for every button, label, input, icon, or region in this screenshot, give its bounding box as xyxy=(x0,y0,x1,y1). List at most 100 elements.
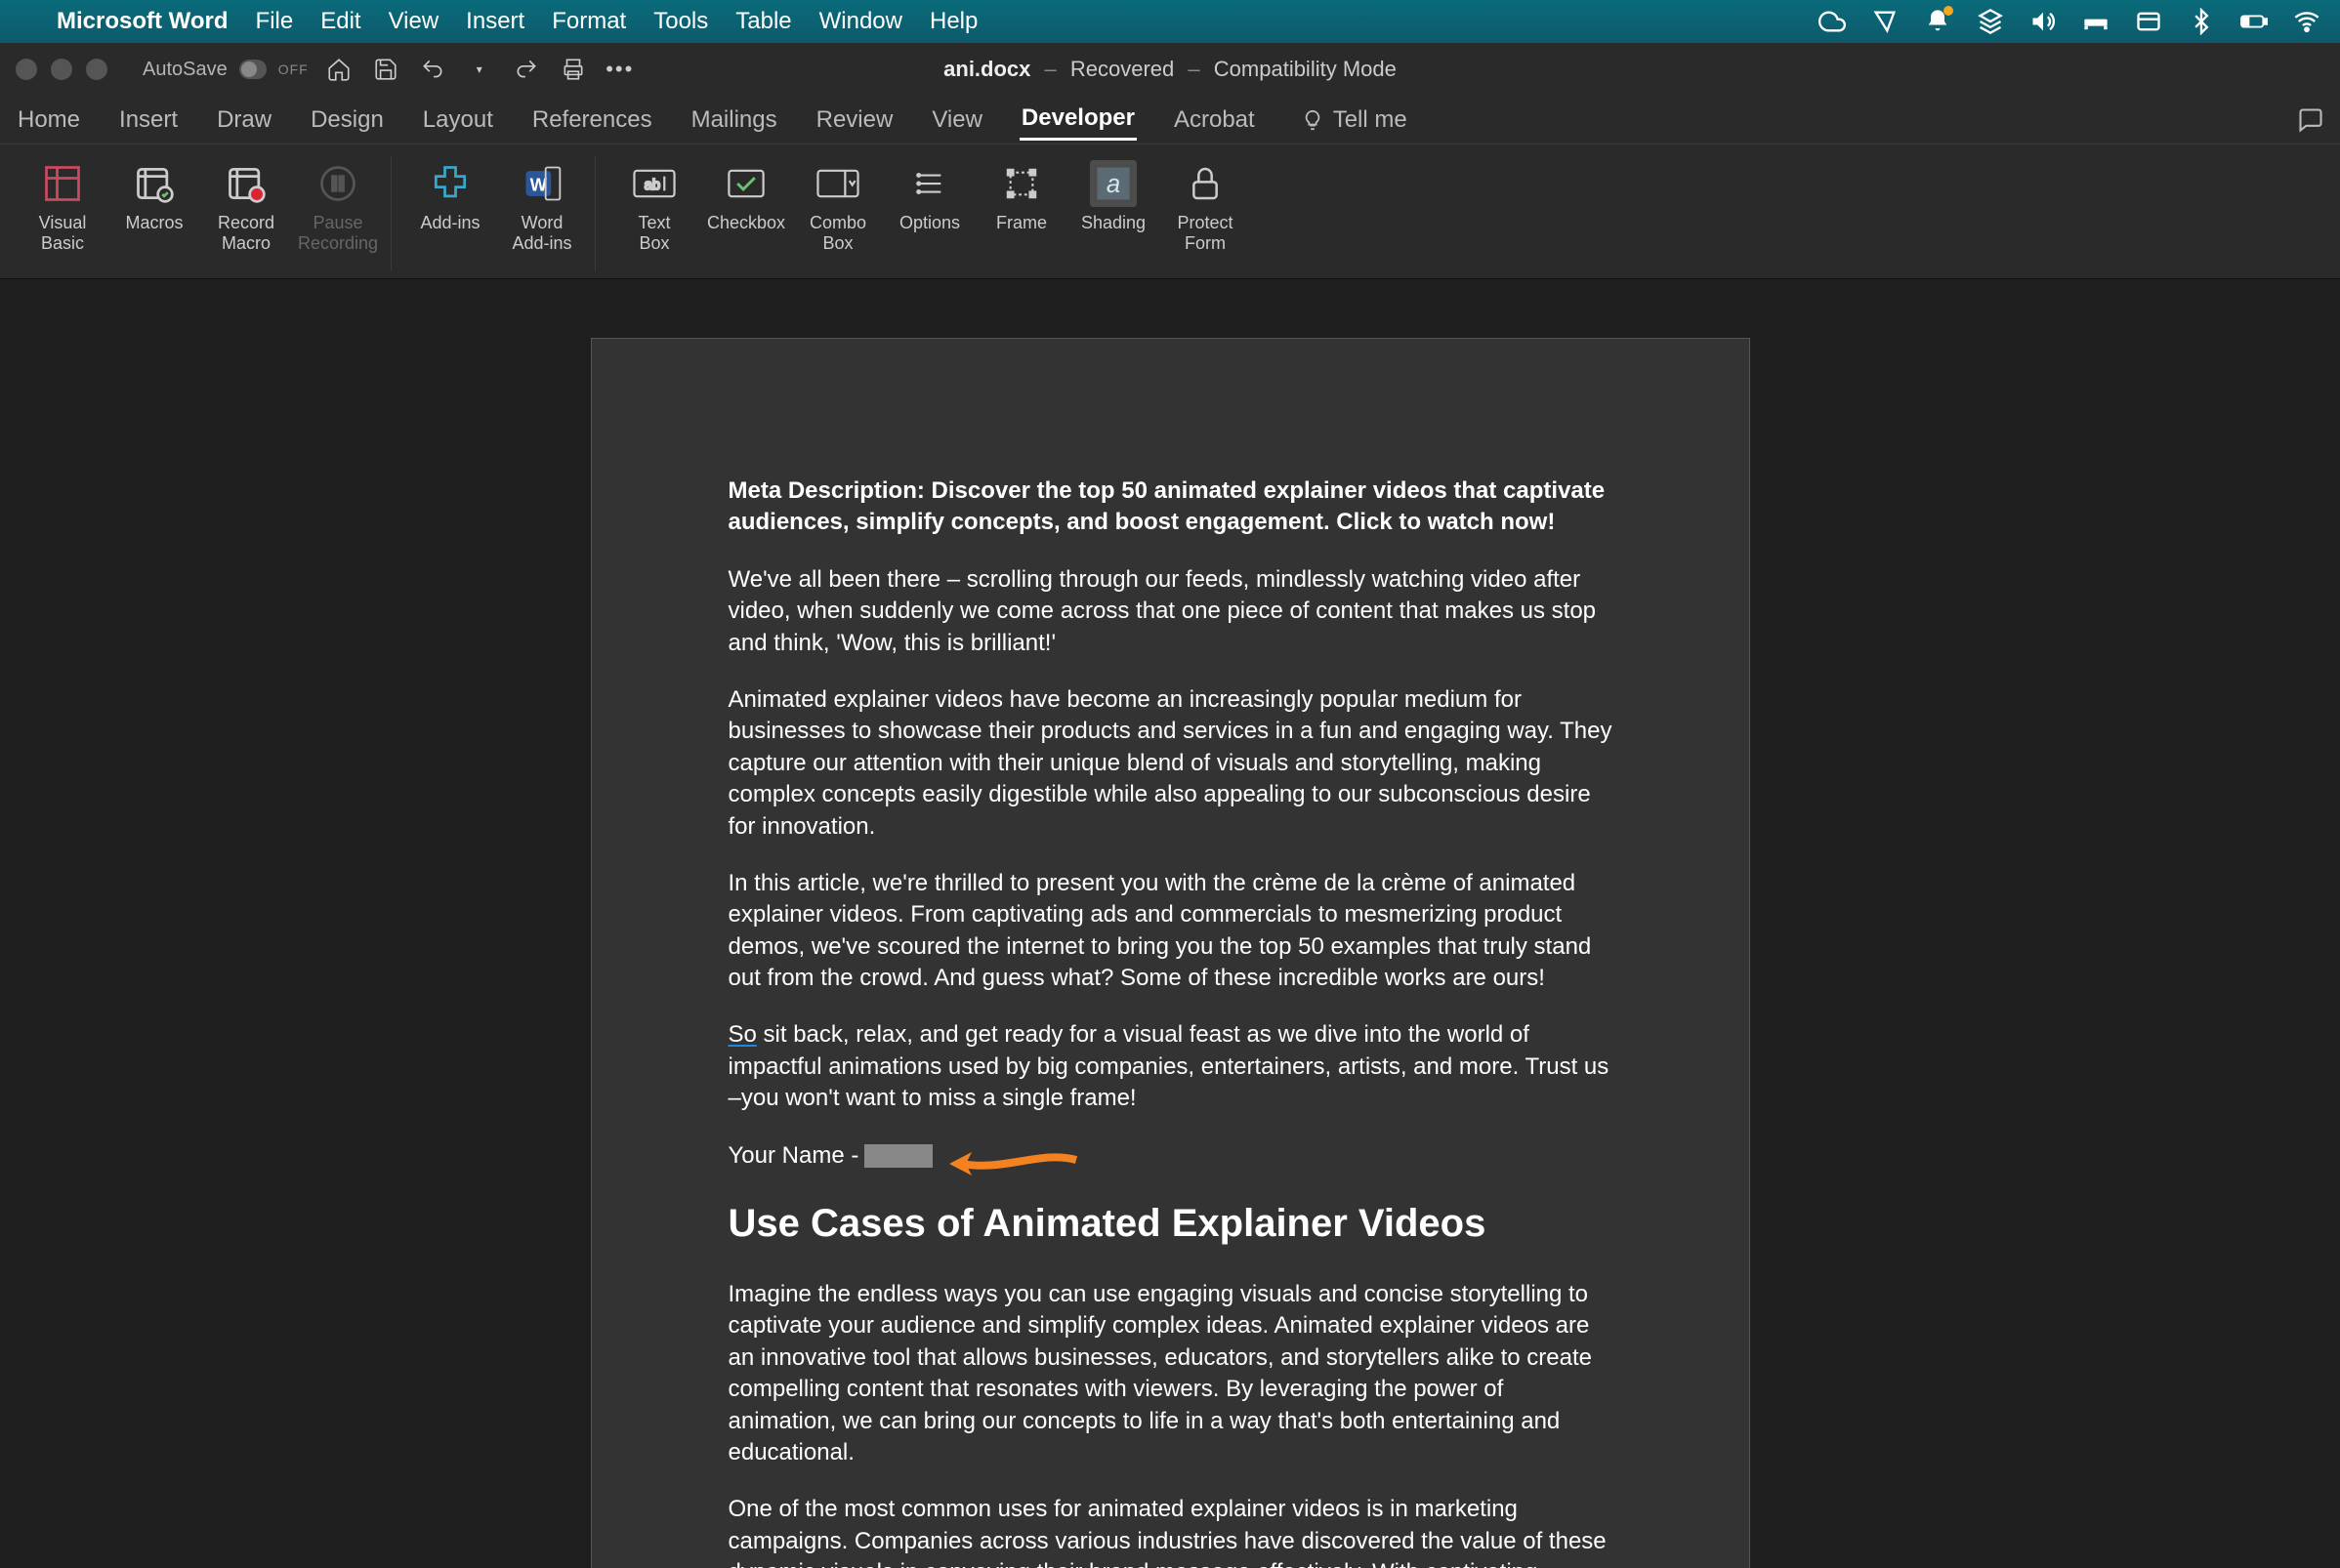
redo-icon[interactable] xyxy=(514,57,539,82)
heading-use-cases[interactable]: Use Cases of Animated Explainer Videos xyxy=(729,1197,1612,1250)
toggle-icon xyxy=(239,60,267,79)
menu-format[interactable]: Format xyxy=(552,8,626,35)
menu-view[interactable]: View xyxy=(389,8,439,35)
name-line[interactable]: Your Name - xyxy=(729,1140,1612,1172)
svg-text:a: a xyxy=(1107,171,1120,198)
paragraph-3[interactable]: In this article, we're thrilled to prese… xyxy=(729,868,1612,995)
close-window-button[interactable] xyxy=(16,59,37,80)
autosave-label: AutoSave xyxy=(143,59,228,81)
menu-window[interactable]: Window xyxy=(819,8,902,35)
save-icon[interactable] xyxy=(373,57,398,82)
menu-edit[interactable]: Edit xyxy=(320,8,360,35)
options-button[interactable]: Options xyxy=(889,156,971,271)
paragraph-5[interactable]: Imagine the endless ways you can use eng… xyxy=(729,1279,1612,1468)
battery-icon[interactable] xyxy=(2240,8,2268,35)
undo-dropdown-icon[interactable]: ▾ xyxy=(467,57,492,82)
addins-label: Add-ins xyxy=(420,213,480,233)
doc-status-compat: Compatibility Mode xyxy=(1214,57,1397,81)
document-title: ani.docx – Recovered – Compatibility Mod… xyxy=(943,57,1397,82)
menu-table[interactable]: Table xyxy=(735,8,791,35)
meta-description[interactable]: Meta Description: Discover the top 50 an… xyxy=(729,475,1612,539)
tab-insert[interactable]: Insert xyxy=(117,101,180,140)
combo-box-button[interactable]: Combo Box xyxy=(797,156,879,271)
control-center-icon[interactable] xyxy=(2135,8,2162,35)
paragraph-4[interactable]: So sit back, relax, and get ready for a … xyxy=(729,1019,1612,1114)
pause-recording-label: Pause Recording xyxy=(298,213,378,254)
record-macro-icon xyxy=(223,160,270,207)
macros-button[interactable]: Macros xyxy=(113,156,195,271)
text-box-button[interactable]: ab Text Box xyxy=(613,156,695,271)
tab-design[interactable]: Design xyxy=(309,101,386,140)
document-canvas[interactable]: Meta Description: Discover the top 50 an… xyxy=(0,279,2340,1568)
tab-review[interactable]: Review xyxy=(815,101,896,140)
autosave-toggle[interactable]: AutoSave OFF xyxy=(143,59,309,81)
paragraph-6[interactable]: One of the most common uses for animated… xyxy=(729,1494,1612,1568)
tab-developer[interactable]: Developer xyxy=(1020,99,1137,141)
options-icon xyxy=(906,160,953,207)
tell-me-label: Tell me xyxy=(1333,106,1407,134)
home-icon[interactable] xyxy=(326,57,352,82)
tab-references[interactable]: References xyxy=(530,101,654,140)
checkbox-icon xyxy=(723,160,770,207)
tab-acrobat[interactable]: Acrobat xyxy=(1172,101,1257,140)
comments-pane-icon[interactable] xyxy=(2297,106,2324,134)
shading-button[interactable]: a Shading xyxy=(1072,156,1154,271)
shading-icon: a xyxy=(1090,160,1137,207)
keyboard-icon[interactable] xyxy=(1871,8,1899,35)
visual-basic-button[interactable]: Visual Basic xyxy=(21,156,104,271)
tab-mailings[interactable]: Mailings xyxy=(689,101,779,140)
combo-box-label: Combo Box xyxy=(810,213,866,254)
svg-text:ab: ab xyxy=(645,178,660,193)
visual-basic-label: Visual Basic xyxy=(39,213,87,254)
menu-insert[interactable]: Insert xyxy=(466,8,524,35)
app-name[interactable]: Microsoft Word xyxy=(57,8,229,35)
menu-file[interactable]: File xyxy=(256,8,294,35)
tab-home[interactable]: Home xyxy=(16,101,82,140)
stack-icon[interactable] xyxy=(1977,8,2004,35)
word-addins-button[interactable]: W Word Add-ins xyxy=(501,156,583,271)
document-page[interactable]: Meta Description: Discover the top 50 an… xyxy=(591,338,1750,1568)
mac-menubar: Microsoft Word File Edit View Insert For… xyxy=(0,0,2340,43)
protect-form-button[interactable]: Protect Form xyxy=(1164,156,1246,271)
frame-icon xyxy=(998,160,1045,207)
checkbox-button[interactable]: Checkbox xyxy=(705,156,787,271)
wifi-icon[interactable] xyxy=(2293,8,2320,35)
menu-tools[interactable]: Tools xyxy=(653,8,708,35)
undo-icon[interactable] xyxy=(420,57,445,82)
ribbon-developer: Visual Basic Macros Record Macro Pause R… xyxy=(0,144,2340,279)
window-titlebar: AutoSave OFF ▾ ••• ani.docx – Recovered … xyxy=(0,43,2340,96)
paragraph-2[interactable]: Animated explainer videos have become an… xyxy=(729,684,1612,843)
tell-me-search[interactable]: Tell me xyxy=(1302,106,1407,134)
pause-recording-icon xyxy=(314,160,361,207)
minimize-window-button[interactable] xyxy=(51,59,72,80)
protect-form-label: Protect Form xyxy=(1177,213,1233,254)
volume-icon[interactable] xyxy=(2029,8,2057,35)
cloud-sync-icon[interactable] xyxy=(1818,8,1846,35)
tab-view[interactable]: View xyxy=(930,101,984,140)
protect-form-icon xyxy=(1182,160,1229,207)
record-macro-button[interactable]: Record Macro xyxy=(205,156,287,271)
print-icon[interactable] xyxy=(561,57,586,82)
menu-help[interactable]: Help xyxy=(930,8,978,35)
visual-basic-icon xyxy=(39,160,86,207)
options-label: Options xyxy=(899,213,960,233)
spelling-underline[interactable]: So xyxy=(729,1021,757,1048)
word-addins-label: Word Add-ins xyxy=(512,213,571,254)
bed-icon[interactable] xyxy=(2082,8,2110,35)
frame-button[interactable]: Frame xyxy=(981,156,1063,271)
bluetooth-icon[interactable] xyxy=(2188,8,2215,35)
more-icon[interactable]: ••• xyxy=(607,57,633,82)
tab-draw[interactable]: Draw xyxy=(215,101,273,140)
addins-icon xyxy=(427,160,474,207)
paragraph-1[interactable]: We've all been there – scrolling through… xyxy=(729,564,1612,659)
filename: ani.docx xyxy=(943,57,1030,81)
frame-label: Frame xyxy=(996,213,1047,233)
doc-status-recovered: Recovered xyxy=(1070,57,1174,81)
zoom-window-button[interactable] xyxy=(86,59,107,80)
paragraph-4-rest: sit back, relax, and get ready for a vis… xyxy=(729,1021,1609,1111)
tab-layout[interactable]: Layout xyxy=(421,101,495,140)
name-text-field[interactable] xyxy=(864,1144,933,1168)
addins-button[interactable]: Add-ins xyxy=(409,156,491,271)
text-box-icon: ab xyxy=(631,160,678,207)
notification-bell-icon[interactable] xyxy=(1924,8,1951,35)
